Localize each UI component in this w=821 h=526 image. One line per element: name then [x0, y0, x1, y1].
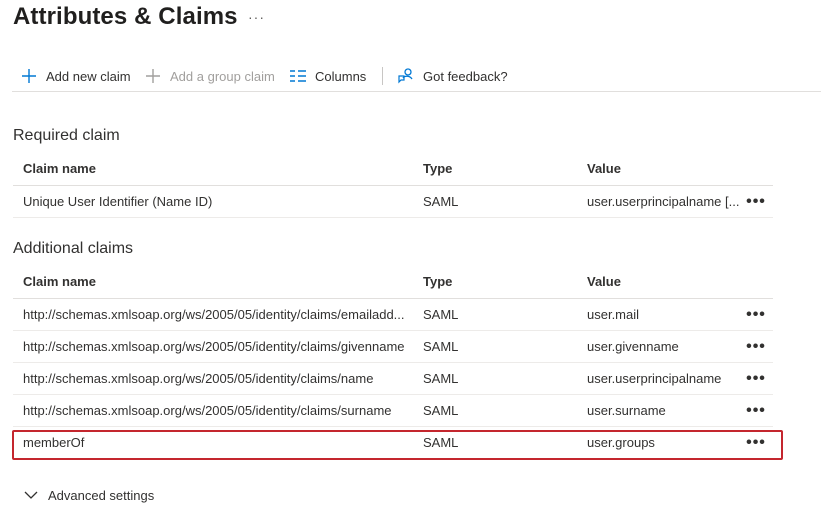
- page-title: Attributes & Claims: [13, 3, 238, 30]
- plus-icon: [20, 67, 38, 85]
- claim-name-cell[interactable]: Unique User Identifier (Name ID): [23, 186, 421, 217]
- claim-name-cell[interactable]: http://schemas.xmlsoap.org/ws/2005/05/id…: [23, 299, 421, 330]
- column-header-value[interactable]: Value: [587, 264, 739, 298]
- columns-icon: [289, 67, 307, 85]
- required-claim-heading: Required claim: [13, 127, 120, 144]
- plus-icon: [144, 67, 162, 85]
- row-more-button[interactable]: •••: [739, 395, 773, 426]
- column-header-type[interactable]: Type: [423, 264, 583, 298]
- claim-value-cell: user.userprincipalname [...: [587, 194, 739, 209]
- claim-name-cell[interactable]: http://schemas.xmlsoap.org/ws/2005/05/id…: [23, 331, 421, 362]
- row-more-button[interactable]: •••: [739, 299, 773, 330]
- table-row[interactable]: http://schemas.xmlsoap.org/ws/2005/05/id…: [13, 299, 773, 331]
- feedback-label: Got feedback?: [423, 68, 508, 84]
- column-header-value[interactable]: Value: [587, 151, 739, 185]
- row-more-button[interactable]: •••: [739, 331, 773, 362]
- feedback-icon: [397, 67, 415, 85]
- add-new-claim-button[interactable]: Add new claim: [20, 65, 131, 87]
- column-header-claim-name[interactable]: Claim name: [23, 151, 421, 185]
- row-more-button[interactable]: •••: [739, 363, 773, 394]
- command-bar: Add new claim Add a group claim Columns …: [12, 60, 821, 92]
- table-row[interactable]: http://schemas.xmlsoap.org/ws/2005/05/id…: [13, 395, 773, 427]
- claim-value-cell: user.givenname: [587, 339, 679, 354]
- highlight-box: [12, 430, 783, 460]
- claim-name-cell[interactable]: http://schemas.xmlsoap.org/ws/2005/05/id…: [23, 363, 421, 394]
- required-claim-grid: Claim name Type Value Unique User Identi…: [13, 151, 773, 218]
- claim-type-cell: SAML: [423, 403, 459, 418]
- feedback-button[interactable]: Got feedback?: [397, 65, 508, 87]
- advanced-settings-toggle[interactable]: Advanced settings: [22, 486, 154, 504]
- row-more-button[interactable]: •••: [739, 186, 773, 217]
- toolbar-divider: [382, 67, 383, 85]
- advanced-settings-label: Advanced settings: [48, 487, 155, 503]
- column-header-type[interactable]: Type: [423, 151, 583, 185]
- claim-value-cell: user.mail: [587, 307, 640, 322]
- claim-type-cell: SAML: [423, 371, 459, 386]
- grid-header: Claim name Type Value: [13, 264, 773, 299]
- add-group-claim-button[interactable]: Add a group claim: [144, 65, 275, 87]
- additional-claims-heading: Additional claims: [13, 240, 134, 257]
- chevron-down-icon: [22, 486, 40, 504]
- claim-value-cell: user.userprincipalname: [587, 371, 722, 386]
- claim-value-cell: user.surname: [587, 403, 666, 418]
- grid-header: Claim name Type Value: [13, 151, 773, 186]
- add-group-claim-label: Add a group claim: [170, 68, 275, 84]
- table-row[interactable]: Unique User Identifier (Name ID) SAML us…: [13, 186, 773, 218]
- more-options-button[interactable]: ···: [248, 9, 265, 25]
- claim-type-cell: SAML: [423, 194, 459, 209]
- column-header-claim-name[interactable]: Claim name: [23, 264, 421, 298]
- add-new-claim-label: Add new claim: [46, 68, 131, 84]
- claim-name-cell[interactable]: http://schemas.xmlsoap.org/ws/2005/05/id…: [23, 395, 421, 426]
- table-row[interactable]: http://schemas.xmlsoap.org/ws/2005/05/id…: [13, 331, 773, 363]
- claim-type-cell: SAML: [423, 307, 459, 322]
- columns-label: Columns: [315, 68, 367, 84]
- claim-type-cell: SAML: [423, 339, 459, 354]
- table-row[interactable]: http://schemas.xmlsoap.org/ws/2005/05/id…: [13, 363, 773, 395]
- columns-button[interactable]: Columns: [289, 65, 366, 87]
